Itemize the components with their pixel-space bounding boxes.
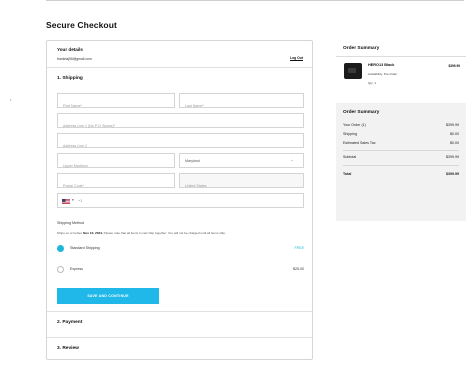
divider bbox=[47, 337, 312, 338]
state-value: Maryland bbox=[185, 159, 200, 163]
subtotal-label: Subtotal bbox=[343, 155, 357, 159]
city-input[interactable] bbox=[58, 159, 174, 173]
shipping-option-label: Standard Shipping bbox=[70, 246, 100, 250]
shipping-note-suffix: Please note that all items in cart ship … bbox=[103, 231, 226, 235]
radio-selected-icon[interactable] bbox=[57, 245, 64, 252]
country-input bbox=[180, 179, 303, 193]
shipping-note-date: Nov 10, 2024. bbox=[83, 231, 103, 235]
review-heading[interactable]: 3. Review bbox=[57, 346, 79, 351]
totals-row-value: $399.99 bbox=[446, 123, 459, 127]
your-details-heading: Your details bbox=[57, 47, 83, 52]
postal-code-field[interactable] bbox=[57, 173, 175, 193]
total-value: $399.99 bbox=[446, 172, 459, 176]
payment-heading[interactable]: 2. Payment bbox=[57, 320, 82, 325]
chevron-down-icon: ⌄ bbox=[289, 157, 294, 163]
side-bullet: • bbox=[10, 97, 12, 102]
totals-row-label: Estimated Sales Tax bbox=[343, 141, 376, 145]
top-divider bbox=[46, 0, 464, 1]
checkout-form-card: Your details frankrlaj56@gmail.com Log O… bbox=[46, 40, 313, 360]
totals-box: Order Summary Your Order (1) $399.99 Shi… bbox=[336, 103, 466, 221]
totals-heading: Order Summary bbox=[343, 110, 380, 115]
phone-prefix: +1 bbox=[78, 199, 83, 203]
us-flag-icon[interactable] bbox=[62, 199, 70, 204]
last-name-input[interactable] bbox=[180, 99, 303, 113]
logout-link[interactable]: Log Out bbox=[290, 56, 303, 60]
first-name-field[interactable] bbox=[57, 93, 175, 113]
order-summary-heading: Order Summary bbox=[343, 46, 380, 51]
last-name-field[interactable] bbox=[179, 93, 304, 113]
shipping-heading: 1. Shipping bbox=[57, 76, 83, 81]
phone-field[interactable]: ▾ +1 bbox=[57, 193, 304, 208]
totals-row-value: $0.00 bbox=[450, 132, 459, 136]
product-price: $399.99 bbox=[448, 64, 460, 68]
city-field[interactable] bbox=[57, 153, 175, 173]
shipping-option-standard[interactable]: Standard Shipping FREE bbox=[57, 243, 304, 255]
address-line2-field[interactable] bbox=[57, 133, 304, 153]
product-quantity: Qty: 1 bbox=[368, 81, 377, 85]
radio-unselected-icon[interactable] bbox=[57, 266, 64, 273]
totals-row-value: $0.00 bbox=[450, 141, 459, 145]
shipping-note: Ships on or before Nov 10, 2024. Please … bbox=[57, 231, 226, 235]
shipping-option-price: FREE bbox=[294, 246, 304, 250]
divider bbox=[336, 56, 466, 57]
product-availability: Availability: Pre-Order bbox=[368, 72, 398, 76]
shipping-option-price: $25.00 bbox=[293, 267, 304, 271]
country-code-caret-icon[interactable]: ▾ bbox=[72, 198, 74, 202]
subtotal-value: $399.99 bbox=[446, 155, 459, 159]
address-line1-input[interactable] bbox=[58, 119, 303, 133]
divider bbox=[343, 165, 459, 166]
divider bbox=[47, 311, 312, 312]
state-select[interactable]: Maryland ⌄ bbox=[179, 153, 304, 168]
shipping-method-label: Shipping Method bbox=[57, 221, 84, 225]
address-line1-field[interactable] bbox=[57, 113, 304, 133]
totals-row-label: Shipping bbox=[343, 132, 357, 136]
country-field bbox=[179, 173, 304, 193]
first-name-input[interactable] bbox=[58, 99, 174, 113]
divider bbox=[343, 150, 459, 151]
product-name: HERO13 Black bbox=[368, 63, 395, 67]
shipping-option-express[interactable]: Express $25.00 bbox=[57, 264, 304, 276]
total-label: Total bbox=[343, 172, 352, 176]
save-and-continue-button[interactable]: SAVE AND CONTINUE bbox=[57, 288, 159, 304]
page-title: Secure Checkout bbox=[46, 20, 117, 30]
product-thumbnail bbox=[344, 63, 362, 79]
address-line2-input[interactable] bbox=[58, 139, 303, 153]
shipping-note-prefix: Ships on or before bbox=[57, 231, 83, 235]
shipping-option-label: Express bbox=[70, 267, 83, 271]
totals-row-label: Your Order (1) bbox=[343, 123, 366, 127]
user-email: frankrlaj56@gmail.com bbox=[57, 57, 92, 61]
divider bbox=[47, 67, 312, 68]
postal-code-input[interactable] bbox=[58, 179, 174, 193]
